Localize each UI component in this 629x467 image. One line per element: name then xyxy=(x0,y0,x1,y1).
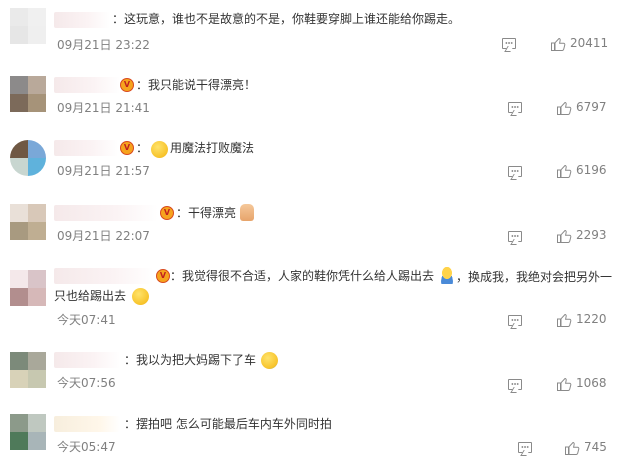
vip-badge-icon: V xyxy=(156,269,170,283)
comment-icon[interactable] xyxy=(508,166,522,177)
comment-text: ：我以为把大妈踢下了车 xyxy=(124,353,257,367)
like-count: 745 xyxy=(584,440,607,454)
comment-time: 09月21日 23:22 xyxy=(57,38,150,52)
avatar[interactable] xyxy=(10,270,46,306)
like-count: 6196 xyxy=(576,163,607,177)
smile-emoji-icon xyxy=(132,288,149,305)
like-count: 1068 xyxy=(576,376,607,390)
comment-text: ：摆拍吧 怎么可能最后车内车外同时拍 xyxy=(124,417,332,431)
comment-icon[interactable] xyxy=(508,102,522,113)
like-count: 6797 xyxy=(576,100,607,114)
username-blurred[interactable] xyxy=(54,416,120,432)
comment-text-line1b: ，换成我，我绝对会把另外一只也给踢出去 xyxy=(456,270,613,284)
like-count: 1220 xyxy=(576,312,607,326)
comment-icon[interactable] xyxy=(508,231,522,242)
comment-time: 今天05:47 xyxy=(57,440,116,454)
thumbs-up-icon[interactable] xyxy=(556,228,572,244)
username-blurred[interactable] xyxy=(54,12,110,28)
comment-text: 用魔法打败魔法 xyxy=(170,141,255,155)
username-blurred[interactable] xyxy=(54,268,154,284)
comment-icon[interactable] xyxy=(518,442,532,453)
vip-badge-icon: V xyxy=(120,141,134,155)
thumbs-up-icon[interactable] xyxy=(564,440,580,456)
comment-icon[interactable] xyxy=(508,379,522,390)
comment-time: 09月21日 21:41 xyxy=(57,101,150,115)
comment-time: 今天07:41 xyxy=(57,313,116,327)
thumbs-up-icon[interactable] xyxy=(556,312,572,328)
comment-text: ：这玩意，谁也不是故意的不是，你鞋要穿脚上谁还能给你踢走。 xyxy=(112,12,461,26)
comment-text-line1: ：我觉得很不合适，人家的鞋你凭什么给人踢出去 xyxy=(170,269,435,283)
thumbs-up-icon[interactable] xyxy=(556,163,572,179)
like-count: 2293 xyxy=(576,228,607,242)
separator-colon: ： xyxy=(136,141,149,155)
thumbs-up-icon[interactable] xyxy=(556,100,572,116)
avatar[interactable] xyxy=(10,352,46,388)
avatar[interactable] xyxy=(10,414,46,450)
thumbs-up-icon[interactable] xyxy=(550,36,566,52)
thumbs-up-icon[interactable] xyxy=(556,376,572,392)
username-blurred[interactable] xyxy=(54,77,120,93)
avatar[interactable] xyxy=(10,76,46,112)
comment-text-line2: 只也给踢出去 xyxy=(54,289,127,303)
like-count: 20411 xyxy=(570,36,609,50)
avatar[interactable] xyxy=(10,140,46,176)
avatar[interactable] xyxy=(10,8,46,44)
comment-time: 今天07:56 xyxy=(57,376,116,390)
laugh-emoji-icon xyxy=(261,352,278,369)
comment-time: 09月21日 21:57 xyxy=(57,164,150,178)
username-blurred[interactable] xyxy=(54,205,158,221)
username-blurred[interactable] xyxy=(54,352,120,368)
thumbs-up-emoji-icon xyxy=(240,204,254,221)
comment-icon[interactable] xyxy=(508,315,522,326)
grin-emoji-icon xyxy=(151,141,168,158)
scratch-head-emoji-icon xyxy=(438,267,456,284)
comment-time: 09月21日 22:07 xyxy=(57,229,150,243)
vip-badge-icon: V xyxy=(120,78,134,92)
avatar[interactable] xyxy=(10,204,46,240)
username-blurred[interactable] xyxy=(54,140,118,156)
vip-badge-icon: V xyxy=(160,206,174,220)
comment-text: ：我只能说干得漂亮！ xyxy=(136,78,257,92)
comment-icon[interactable] xyxy=(502,38,516,49)
separator-colon: ： xyxy=(176,206,189,220)
